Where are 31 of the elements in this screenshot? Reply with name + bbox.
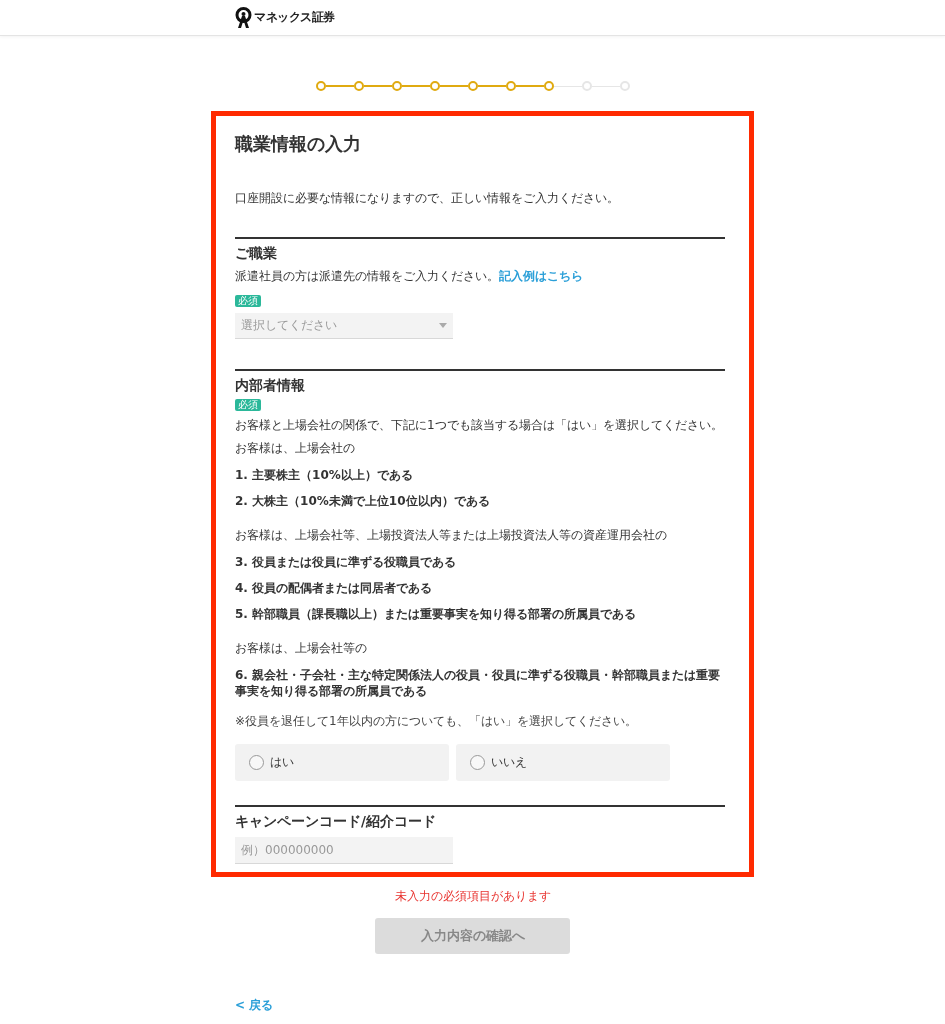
radio-icon[interactable]: [470, 755, 485, 770]
code-input-field[interactable]: 例）000000000: [235, 837, 453, 864]
radio-option[interactable]: はい: [235, 744, 449, 781]
required-badge: 必須: [235, 399, 261, 411]
criteria-item: 6. 親会社・子会社・主な特定関係法人の役員・役員に準ずる役職員・幹部職員または重要事実を知り得る部署の所属員である: [235, 667, 722, 699]
error-message: 未入力の必須項目があります: [393, 888, 552, 905]
criteria-item: 2. 大株主（10%未満で上位10位以内）である: [235, 493, 491, 509]
criteria-item: 5. 幹部職員（課長職以上）または重要事実を知り得る部署の所属員である: [235, 606, 638, 622]
intro-text: 口座開設に必要な情報になりますので、正しい情報をご入力ください。: [235, 190, 620, 207]
criteria-item: 4. 役員の配偶者または同居者である: [235, 580, 434, 596]
criteria-item: 1. 主要株主（10%以上）である: [235, 467, 414, 483]
instruction-text: お客様は、上場会社の: [235, 440, 356, 457]
instruction-text: お客様は、上場会社等の: [235, 640, 368, 657]
section-heading: 内部者情報: [235, 377, 306, 395]
instruction-text: お客様と上場会社の関係で、下記に1つでも該当する場合は「はい」を選択してください。: [235, 417, 724, 434]
section-heading: キャンペーンコード/紹介コード: [235, 813, 437, 831]
footnote-text: ※役員を退任して1年以内の方についても、「はい」を選択してください。: [235, 713, 638, 730]
page-title: 職業情報の入力: [235, 132, 362, 156]
radio-option[interactable]: いいえ: [456, 744, 670, 781]
dropdown-caret-icon: [439, 323, 447, 328]
instruction-text: お客様は、上場会社等、上場投資法人等または上場投資法人等の資産運用会社の: [235, 527, 668, 544]
logo-text: マネックス証券: [254, 9, 335, 26]
logo-icon: [234, 6, 253, 29]
back-link[interactable]: < 戻る: [235, 998, 274, 1012]
criteria-item: 3. 役員または役員に準ずる役職員である: [235, 554, 458, 570]
required-badge: 必須: [235, 295, 261, 307]
instruction-text: 派遣社員の方は派遣先の情報をご入力ください。: [235, 269, 499, 283]
occupation-select[interactable]: 選択してください: [235, 313, 453, 339]
radio-icon[interactable]: [249, 755, 264, 770]
section-heading: ご職業: [235, 245, 278, 263]
example-link[interactable]: 記入例はこちら: [499, 269, 583, 283]
